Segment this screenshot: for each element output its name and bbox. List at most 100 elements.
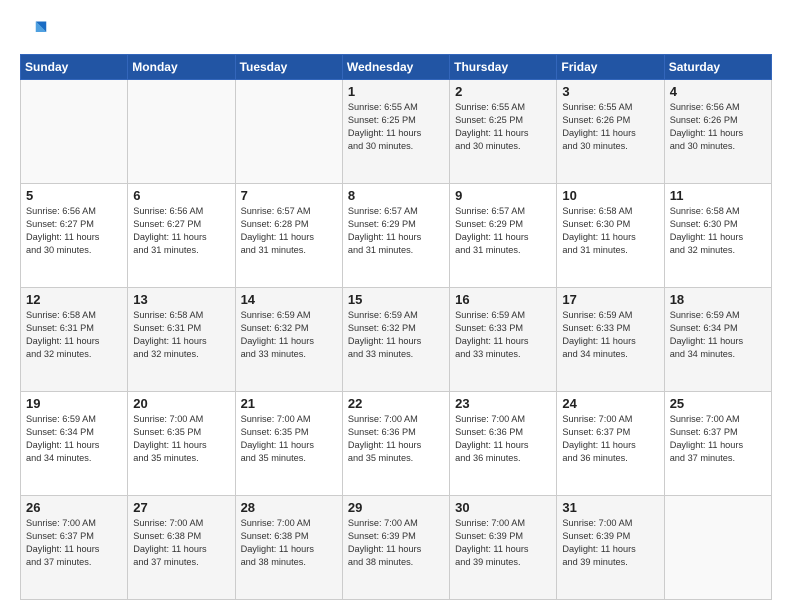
day-cell: 20Sunrise: 7:00 AM Sunset: 6:35 PM Dayli…: [128, 392, 235, 496]
day-number: 27: [133, 500, 229, 515]
day-cell: 22 Sunrise: 7:00 AM Sunset: 6:36 PM Dayli…: [342, 392, 449, 496]
day-cell: [128, 80, 235, 184]
day-cell: 17Sunrise: 6:59 AM Sunset: 6:33 PM Dayli…: [557, 288, 664, 392]
day-info: Sunrise: 6:57 AM Sunset: 6:29 PM Dayligh…: [455, 205, 551, 257]
day-number: 30: [455, 500, 551, 515]
day-header-thursday: Thursday: [450, 55, 557, 80]
day-number: 4: [670, 84, 766, 99]
day-cell: 24Sunrise: 7:00 AM Sunset: 6:37 PM Dayli…: [557, 392, 664, 496]
day-cell: 15Sunrise: 6:59 AM Sunset: 6:32 PM Dayli…: [342, 288, 449, 392]
day-info: Sunrise: 7:00 AM Sunset: 6:38 PM Dayligh…: [133, 517, 229, 569]
day-header-friday: Friday: [557, 55, 664, 80]
day-cell: 11 Sunrise: 6:58 AM Sunset: 6:30 PM Dayli…: [664, 184, 771, 288]
day-number: 21: [241, 396, 337, 411]
day-cell: 3 Sunrise: 6:55 AM Sunset: 6:26 PM Daylig…: [557, 80, 664, 184]
day-cell: 10 Sunrise: 6:58 AM Sunset: 6:30 PM Dayli…: [557, 184, 664, 288]
day-cell: 28 Sunrise: 7:00 AM Sunset: 6:38 PM Dayli…: [235, 496, 342, 600]
day-number: 25: [670, 396, 766, 411]
day-number: 6: [133, 188, 229, 203]
day-info: Sunrise: 6:57 AM Sunset: 6:28 PM Dayligh…: [241, 205, 337, 257]
day-info: Sunrise: 6:56 AM Sunset: 6:27 PM Dayligh…: [26, 205, 122, 257]
day-cell: 13 Sunrise: 6:58 AM Sunset: 6:31 PM Dayli…: [128, 288, 235, 392]
week-row-4: 19 Sunrise: 6:59 AM Sunset: 6:34 PM Dayli…: [21, 392, 772, 496]
day-info: Sunrise: 6:58 AM Sunset: 6:30 PM Dayligh…: [670, 205, 766, 257]
day-info: Sunrise: 7:00 AM Sunset: 6:35 PM Dayligh…: [241, 413, 337, 465]
day-number: 3: [562, 84, 658, 99]
day-info: Sunrise: 6:55 AM Sunset: 6:25 PM Dayligh…: [455, 101, 551, 153]
day-info: Sunrise: 6:59 AM Sunset: 6:34 PM Dayligh…: [26, 413, 122, 465]
week-row-3: 12 Sunrise: 6:58 AM Sunset: 6:31 PM Dayli…: [21, 288, 772, 392]
day-header-monday: Monday: [128, 55, 235, 80]
logo: [20, 18, 52, 46]
header: [20, 18, 772, 46]
day-cell: 7 Sunrise: 6:57 AM Sunset: 6:28 PM Daylig…: [235, 184, 342, 288]
day-cell: 31 Sunrise: 7:00 AM Sunset: 6:39 PM Dayli…: [557, 496, 664, 600]
day-number: 1: [348, 84, 444, 99]
day-info: Sunrise: 6:57 AM Sunset: 6:29 PM Dayligh…: [348, 205, 444, 257]
day-number: 29: [348, 500, 444, 515]
day-cell: 4Sunrise: 6:56 AM Sunset: 6:26 PM Daylig…: [664, 80, 771, 184]
day-cell: 8 Sunrise: 6:57 AM Sunset: 6:29 PM Daylig…: [342, 184, 449, 288]
day-cell: 5Sunrise: 6:56 AM Sunset: 6:27 PM Daylig…: [21, 184, 128, 288]
day-number: 10: [562, 188, 658, 203]
day-number: 18: [670, 292, 766, 307]
day-number: 14: [241, 292, 337, 307]
day-number: 8: [348, 188, 444, 203]
day-info: Sunrise: 6:55 AM Sunset: 6:25 PM Dayligh…: [348, 101, 444, 153]
day-cell: 1 Sunrise: 6:55 AM Sunset: 6:25 PM Daylig…: [342, 80, 449, 184]
day-cell: 30 Sunrise: 7:00 AM Sunset: 6:39 PM Dayli…: [450, 496, 557, 600]
day-info: Sunrise: 7:00 AM Sunset: 6:39 PM Dayligh…: [562, 517, 658, 569]
day-info: Sunrise: 6:58 AM Sunset: 6:31 PM Dayligh…: [26, 309, 122, 361]
day-cell: [664, 496, 771, 600]
day-number: 19: [26, 396, 122, 411]
day-info: Sunrise: 6:59 AM Sunset: 6:34 PM Dayligh…: [670, 309, 766, 361]
day-number: 7: [241, 188, 337, 203]
day-number: 15: [348, 292, 444, 307]
day-cell: 26 Sunrise: 7:00 AM Sunset: 6:37 PM Dayli…: [21, 496, 128, 600]
day-header-saturday: Saturday: [664, 55, 771, 80]
calendar: SundayMondayTuesdayWednesdayThursdayFrid…: [20, 54, 772, 600]
day-cell: 21 Sunrise: 7:00 AM Sunset: 6:35 PM Dayli…: [235, 392, 342, 496]
calendar-header: SundayMondayTuesdayWednesdayThursdayFrid…: [21, 55, 772, 80]
day-number: 12: [26, 292, 122, 307]
day-info: Sunrise: 6:59 AM Sunset: 6:32 PM Dayligh…: [241, 309, 337, 361]
day-header-wednesday: Wednesday: [342, 55, 449, 80]
day-header-sunday: Sunday: [21, 55, 128, 80]
day-cell: 29Sunrise: 7:00 AM Sunset: 6:39 PM Dayli…: [342, 496, 449, 600]
day-info: Sunrise: 7:00 AM Sunset: 6:37 PM Dayligh…: [562, 413, 658, 465]
day-number: 20: [133, 396, 229, 411]
page: SundayMondayTuesdayWednesdayThursdayFrid…: [0, 0, 792, 612]
day-info: Sunrise: 7:00 AM Sunset: 6:36 PM Dayligh…: [455, 413, 551, 465]
day-info: Sunrise: 7:00 AM Sunset: 6:37 PM Dayligh…: [26, 517, 122, 569]
calendar-body: 1 Sunrise: 6:55 AM Sunset: 6:25 PM Daylig…: [21, 80, 772, 600]
day-cell: [21, 80, 128, 184]
day-info: Sunrise: 7:00 AM Sunset: 6:39 PM Dayligh…: [455, 517, 551, 569]
day-number: 26: [26, 500, 122, 515]
day-number: 17: [562, 292, 658, 307]
day-header-tuesday: Tuesday: [235, 55, 342, 80]
day-cell: 9 Sunrise: 6:57 AM Sunset: 6:29 PM Daylig…: [450, 184, 557, 288]
day-info: Sunrise: 6:56 AM Sunset: 6:27 PM Dayligh…: [133, 205, 229, 257]
day-cell: 25Sunrise: 7:00 AM Sunset: 6:37 PM Dayli…: [664, 392, 771, 496]
day-cell: 16Sunrise: 6:59 AM Sunset: 6:33 PM Dayli…: [450, 288, 557, 392]
day-number: 23: [455, 396, 551, 411]
day-info: Sunrise: 7:00 AM Sunset: 6:38 PM Dayligh…: [241, 517, 337, 569]
day-number: 13: [133, 292, 229, 307]
day-cell: 19 Sunrise: 6:59 AM Sunset: 6:34 PM Dayli…: [21, 392, 128, 496]
day-cell: 14 Sunrise: 6:59 AM Sunset: 6:32 PM Dayli…: [235, 288, 342, 392]
week-row-1: 1 Sunrise: 6:55 AM Sunset: 6:25 PM Daylig…: [21, 80, 772, 184]
day-number: 11: [670, 188, 766, 203]
day-number: 2: [455, 84, 551, 99]
day-number: 9: [455, 188, 551, 203]
day-info: Sunrise: 7:00 AM Sunset: 6:36 PM Dayligh…: [348, 413, 444, 465]
day-info: Sunrise: 6:55 AM Sunset: 6:26 PM Dayligh…: [562, 101, 658, 153]
day-number: 31: [562, 500, 658, 515]
day-number: 28: [241, 500, 337, 515]
day-cell: 6 Sunrise: 6:56 AM Sunset: 6:27 PM Daylig…: [128, 184, 235, 288]
day-number: 22: [348, 396, 444, 411]
day-info: Sunrise: 6:58 AM Sunset: 6:30 PM Dayligh…: [562, 205, 658, 257]
day-info: Sunrise: 6:58 AM Sunset: 6:31 PM Dayligh…: [133, 309, 229, 361]
day-cell: [235, 80, 342, 184]
day-cell: 27 Sunrise: 7:00 AM Sunset: 6:38 PM Dayli…: [128, 496, 235, 600]
day-header-row: SundayMondayTuesdayWednesdayThursdayFrid…: [21, 55, 772, 80]
